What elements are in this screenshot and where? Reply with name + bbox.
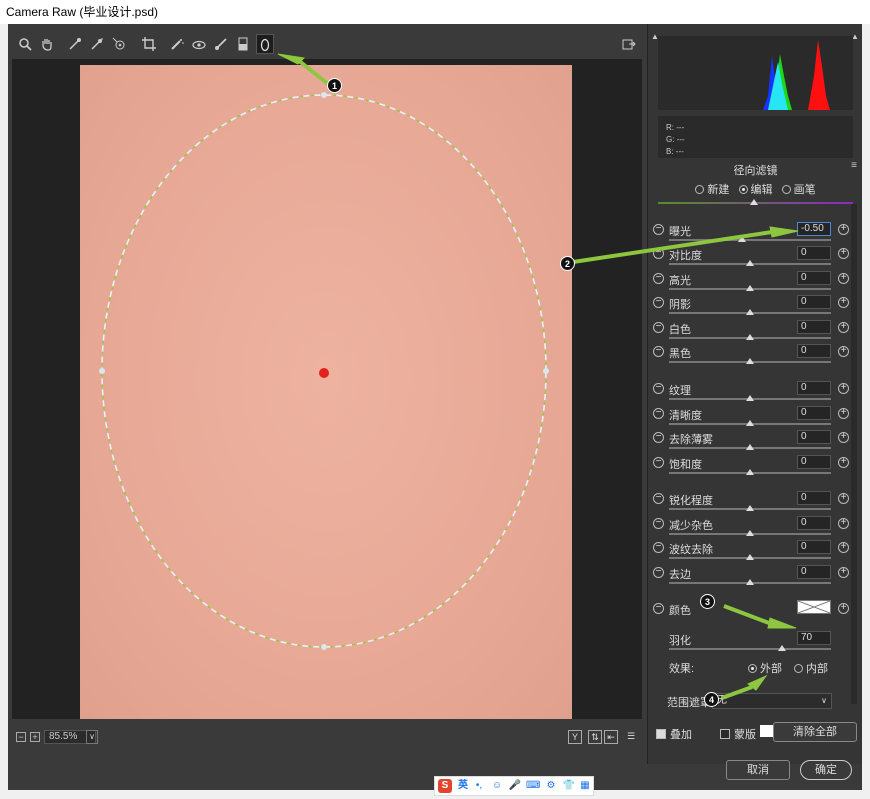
- emoji-icon[interactable]: ☺: [490, 779, 504, 793]
- punctuation-icon[interactable]: •,: [472, 779, 486, 793]
- annotation-badge-3: 3: [700, 594, 715, 609]
- toolbox-icon[interactable]: ⚙: [544, 779, 558, 793]
- annotation-badge-2: 2: [560, 256, 575, 271]
- ime-language-label[interactable]: 英: [456, 779, 470, 793]
- annotation-badge-4: 4: [704, 692, 719, 707]
- skin-icon[interactable]: 👕: [562, 779, 576, 793]
- window-title: Camera Raw (毕业设计.psd): [0, 0, 870, 24]
- sogou-logo-icon[interactable]: S: [438, 779, 452, 793]
- grid-menu-icon[interactable]: ▦: [578, 779, 592, 793]
- ime-toolbar: S 英 •, ☺ 🎤 ⌨ ⚙ 👕 ▦: [434, 776, 594, 796]
- annotation-badge-1: 1: [327, 78, 342, 93]
- microphone-icon[interactable]: 🎤: [508, 779, 522, 793]
- keyboard-icon[interactable]: ⌨: [526, 779, 540, 793]
- camera-raw-dialog: − + 85.5% ∨ Y ⇅ ⇤ ☰ ▲ ▲ R: --- G: --- B:…: [8, 24, 862, 790]
- annotation-arrows: [277, 53, 799, 700]
